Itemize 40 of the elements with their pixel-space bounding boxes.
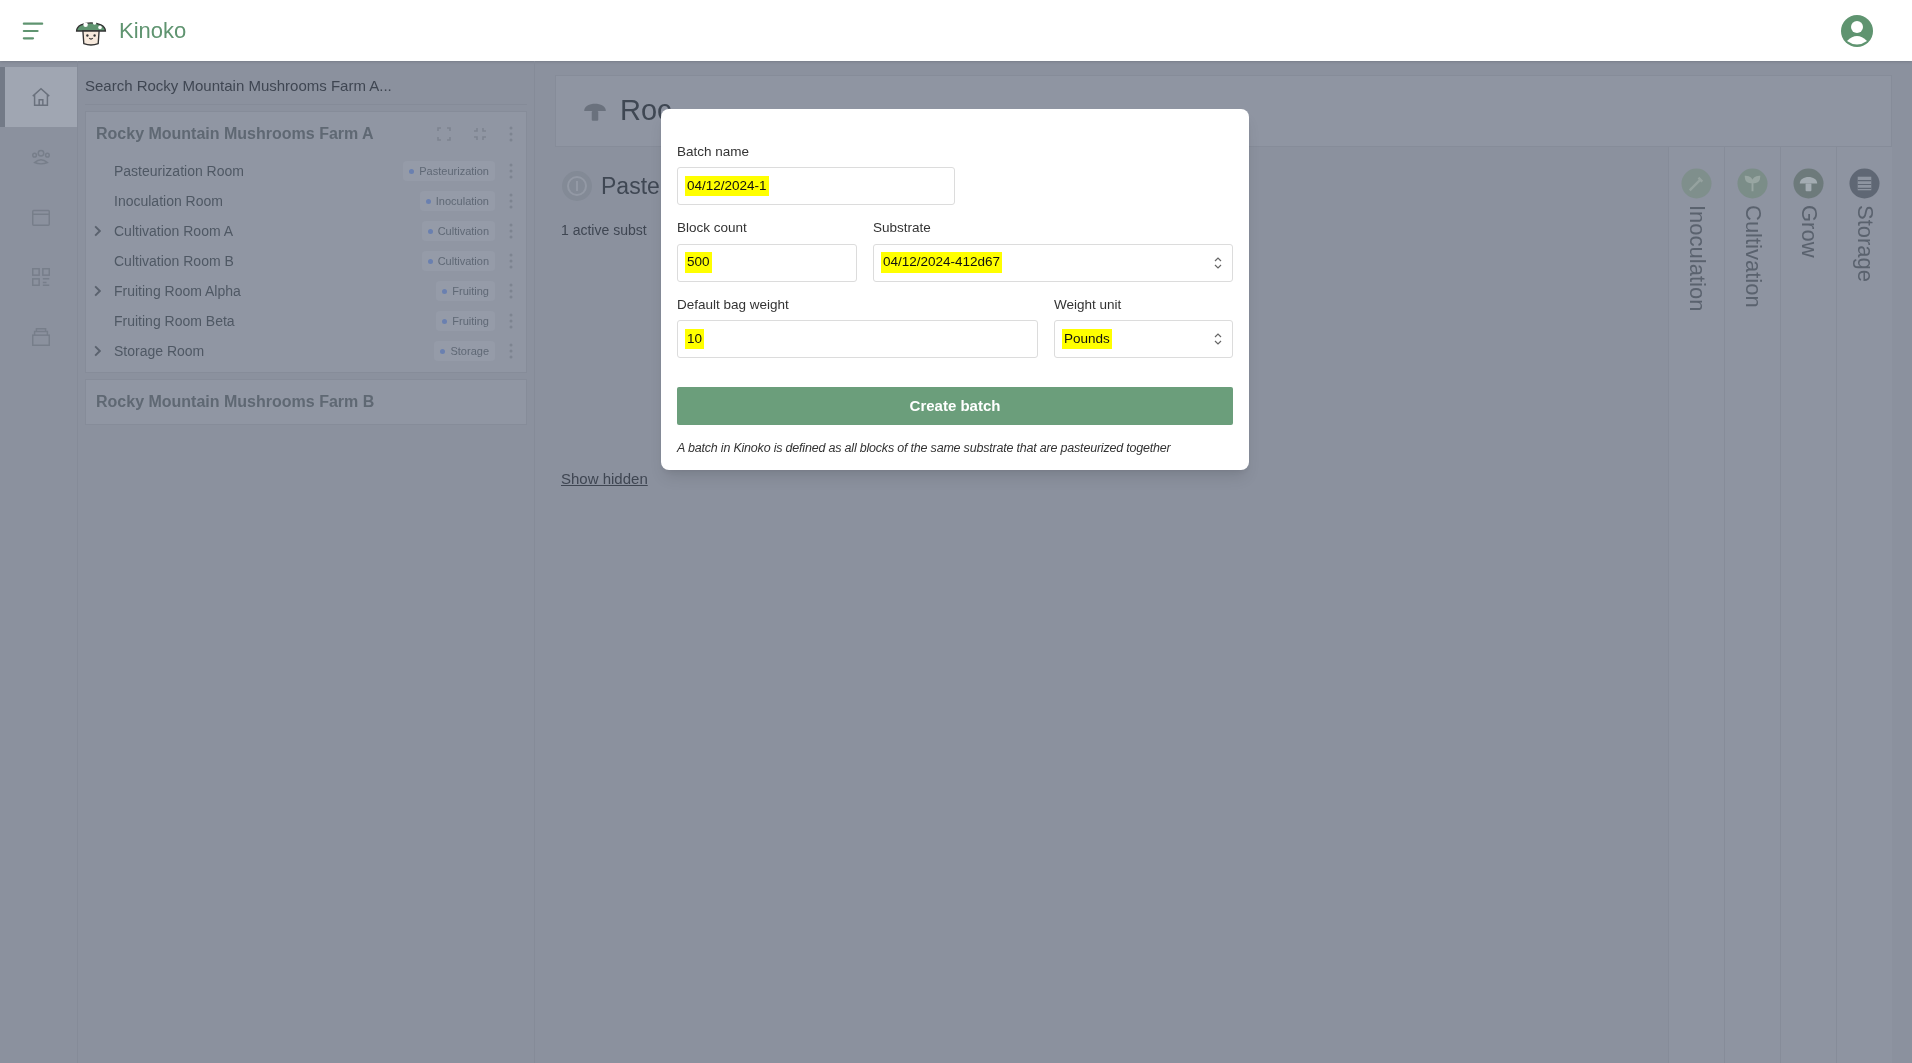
field-label: Weight unit: [1054, 295, 1123, 314]
field-label: Block count: [677, 219, 748, 238]
field-value: Pounds: [1062, 328, 1112, 349]
select-field[interactable]: 04/12/2024-412d67: [873, 243, 1233, 282]
updown-chevron-icon: [1214, 256, 1222, 269]
field-value: 04/12/2024-412d67: [881, 252, 1003, 273]
field-value: 10: [685, 328, 705, 349]
field-value: 500: [685, 252, 712, 273]
nav-item[interactable]: [0, 67, 77, 127]
search-field[interactable]: Search Rocky Mountain Mushrooms Farm A...: [85, 75, 527, 98]
room-name: Storage Room: [113, 341, 206, 361]
section-subtitle: 1 active subst: [561, 220, 647, 240]
field-label: Default bag weight: [677, 295, 790, 314]
input-field[interactable]: 500: [677, 243, 857, 282]
room-name: Fruiting Room Beta: [113, 311, 236, 331]
chevron-right-icon[interactable]: [94, 345, 101, 357]
field-value: 04/12/2024-1: [685, 176, 769, 197]
show-hidden-link[interactable]: Show hidden: [561, 467, 648, 490]
select-field[interactable]: Pounds: [1054, 319, 1233, 358]
section-title: Paste: [601, 172, 660, 201]
batch-definition-note: A batch in Kinoko is defined as all blocks of the same substrate that are pasteurized together: [677, 439, 1172, 457]
field-label: Batch name: [677, 143, 751, 161]
room-name: Inoculation Room: [113, 191, 224, 211]
home-icon: [30, 86, 52, 108]
updown-chevron-icon: [1214, 332, 1222, 345]
field-label: Substrate: [873, 219, 932, 238]
sprout-icon: [1737, 168, 1768, 199]
mushroom-icon: [1793, 168, 1824, 199]
room-name: Pasteurization Room: [113, 161, 245, 181]
storage-icon: [1849, 168, 1880, 199]
user-avatar-icon[interactable]: [1840, 13, 1874, 48]
room-name: Cultivation Room B: [113, 251, 235, 271]
chevron-right-icon[interactable]: [94, 225, 101, 237]
create-batch-button[interactable]: Create batch: [677, 386, 1233, 425]
room-name: Fruiting Room Alpha: [113, 281, 242, 301]
app-title: Kinoko: [119, 17, 187, 45]
room-name: Cultivation Room A: [113, 221, 235, 241]
input-field[interactable]: 04/12/2024-1: [677, 167, 955, 206]
input-field[interactable]: 10: [677, 319, 1038, 358]
chevron-right-icon[interactable]: [94, 285, 101, 297]
